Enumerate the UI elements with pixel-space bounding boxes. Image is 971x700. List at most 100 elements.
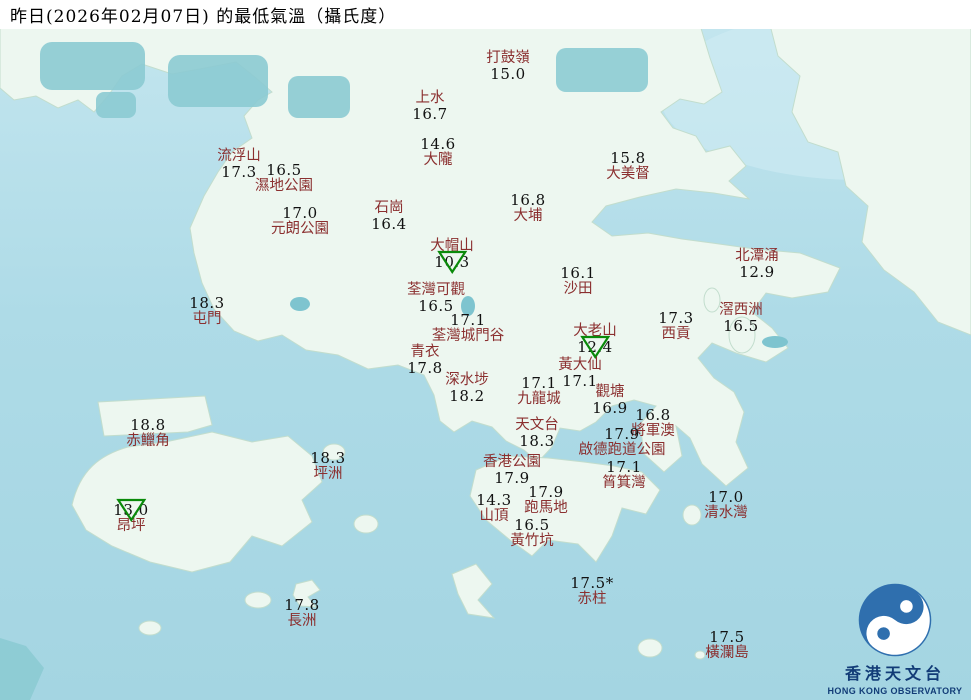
station-value: 16.5 bbox=[723, 317, 759, 335]
station-name: 跑馬地 bbox=[524, 500, 568, 516]
station-name: 啟德跑道公園 bbox=[578, 442, 666, 458]
station-黃竹坑: 16.5 黃竹坑 bbox=[510, 517, 554, 549]
station-value: 17.3 bbox=[658, 309, 694, 327]
station-value: 17.8 bbox=[407, 359, 443, 377]
station-name: 赤柱 bbox=[577, 591, 607, 607]
station-value: 17.1 bbox=[450, 311, 486, 329]
station-name: 香港公園 bbox=[483, 454, 541, 470]
station-value: 14.6 bbox=[420, 135, 456, 153]
station-value: 16.8 bbox=[635, 406, 671, 424]
station-name: 滘西洲 bbox=[719, 302, 763, 318]
station-value: 12.4 bbox=[573, 335, 617, 359]
station-name: 沙田 bbox=[563, 281, 593, 297]
station-北潭涌: 北潭涌 12.9 bbox=[735, 248, 779, 280]
station-元朗公園: 17.0 元朗公園 bbox=[271, 205, 329, 237]
station-觀塘: 觀塘 16.9 bbox=[592, 384, 627, 416]
station-九龍城: 17.1 九龍城 bbox=[517, 375, 561, 407]
station-清水灣: 17.0 清水灣 bbox=[704, 489, 748, 521]
station-滘西洲: 滘西洲 16.5 bbox=[719, 302, 763, 334]
station-石崗: 石崗 16.4 bbox=[371, 200, 406, 232]
station-name: 大老山 bbox=[573, 323, 617, 339]
station-name: 清水灣 bbox=[704, 505, 748, 521]
station-value: 17.1 bbox=[606, 458, 642, 476]
station-name: 大帽山 bbox=[430, 238, 474, 254]
logo-name-en: HONG KONG OBSERVATORY bbox=[827, 686, 963, 696]
station-value: 18.2 bbox=[449, 387, 485, 405]
hko-min-temp-map-page: 昨日(2026年02月07日) 的最低氣溫（攝氏度） 打鼓嶺 15.0 上水 16.7… bbox=[0, 0, 971, 700]
station-赤柱: 17.5* 赤柱 bbox=[570, 575, 613, 607]
station-value: 18.3 bbox=[189, 294, 225, 312]
station-name: 上水 bbox=[415, 90, 445, 106]
station-天文台: 天文台 18.3 bbox=[515, 417, 559, 449]
station-value: 17.8 bbox=[284, 596, 320, 614]
station-value: 14.3 bbox=[476, 491, 512, 509]
station-大隴: 14.6 大隴 bbox=[420, 136, 455, 168]
station-name: 九龍城 bbox=[517, 391, 561, 407]
station-大帽山: 大帽山 10.3 bbox=[430, 238, 474, 274]
station-name: 荃灣城門谷 bbox=[431, 328, 505, 344]
logo-name-zh: 香港天文台 bbox=[844, 664, 945, 683]
station-value: 15.8 bbox=[610, 149, 646, 167]
station-山頂: 14.3 山頂 bbox=[476, 492, 511, 524]
title-bar: 昨日(2026年02月07日) 的最低氣溫（攝氏度） bbox=[0, 0, 971, 29]
station-name: 黃竹坑 bbox=[510, 533, 554, 549]
station-name: 青衣 bbox=[410, 344, 440, 360]
station-name: 濕地公園 bbox=[255, 178, 313, 194]
station-長洲: 17.8 長洲 bbox=[284, 597, 319, 629]
station-value: 18.8 bbox=[130, 416, 166, 434]
station-name: 天文台 bbox=[515, 417, 559, 433]
station-赤鱲角: 18.8 赤鱲角 bbox=[126, 417, 170, 449]
station-name: 長洲 bbox=[287, 613, 317, 629]
station-青衣: 青衣 17.8 bbox=[407, 344, 442, 376]
station-value: 17.5 bbox=[709, 628, 745, 646]
station-打鼓嶺: 打鼓嶺 15.0 bbox=[486, 50, 530, 82]
station-name: 荃灣可觀 bbox=[407, 282, 465, 298]
station-沙田: 16.1 沙田 bbox=[560, 265, 595, 297]
station-name: 打鼓嶺 bbox=[486, 50, 530, 66]
station-name: 屯門 bbox=[192, 311, 222, 327]
station-啟德跑道公園: 17.9 啟德跑道公園 bbox=[579, 426, 666, 458]
station-name: 山頂 bbox=[479, 508, 509, 524]
station-荃灣可觀: 荃灣可觀 16.5 bbox=[407, 282, 465, 314]
station-name: 赤鱲角 bbox=[126, 433, 170, 449]
station-value: 17.0 bbox=[282, 204, 318, 222]
station-坪洲: 18.3 坪洲 bbox=[310, 450, 345, 482]
station-value: 16.1 bbox=[560, 264, 596, 282]
station-屯門: 18.3 屯門 bbox=[189, 295, 224, 327]
station-橫瀾島: 17.5 橫瀾島 bbox=[705, 629, 749, 661]
station-value: 16.4 bbox=[371, 215, 407, 233]
station-name: 北潭涌 bbox=[735, 248, 779, 264]
station-跑馬地: 17.9 跑馬地 bbox=[524, 484, 568, 516]
station-大埔: 16.8 大埔 bbox=[510, 192, 545, 224]
station-name: 元朗公園 bbox=[271, 221, 329, 237]
station-筲箕灣: 17.1 筲箕灣 bbox=[602, 459, 646, 491]
station-value: 10.3 bbox=[430, 250, 474, 274]
min-temp-triangle-icon bbox=[116, 498, 146, 522]
station-name: 筲箕灣 bbox=[602, 475, 646, 491]
station-大美督: 15.8 大美督 bbox=[606, 150, 650, 182]
station-value: 12.9 bbox=[739, 263, 775, 281]
station-name: 坪洲 bbox=[313, 466, 343, 482]
station-value: 17.1 bbox=[521, 374, 557, 392]
station-香港公園: 香港公園 17.9 bbox=[483, 454, 541, 486]
station-value: 15.0 bbox=[490, 65, 526, 83]
station-name: 大隴 bbox=[423, 152, 453, 168]
station-西貢: 17.3 西貢 bbox=[658, 310, 693, 342]
station-value: 13.0 bbox=[113, 498, 148, 522]
station-name: 西貢 bbox=[661, 326, 691, 342]
station-value: 16.5 bbox=[514, 516, 550, 534]
station-name: 橫瀾島 bbox=[705, 645, 749, 661]
station-name: 黃大仙 bbox=[558, 357, 602, 373]
station-name: 觀塘 bbox=[595, 384, 625, 400]
hko-logo: 香港天文台 HONG KONG OBSERVATORY bbox=[825, 583, 965, 696]
min-temp-triangle-icon bbox=[437, 250, 467, 274]
station-value: 18.3 bbox=[310, 449, 346, 467]
station-value: 17.9 bbox=[604, 425, 640, 443]
station-value: 18.3 bbox=[519, 432, 555, 450]
station-name: 昂坪 bbox=[116, 518, 146, 534]
station-上水: 上水 16.7 bbox=[412, 90, 447, 122]
station-value: 17.0 bbox=[708, 488, 744, 506]
station-value: 16.5 bbox=[266, 161, 302, 179]
station-value: 16.9 bbox=[592, 399, 628, 417]
station-荃灣城門谷: 17.1 荃灣城門谷 bbox=[432, 312, 505, 344]
